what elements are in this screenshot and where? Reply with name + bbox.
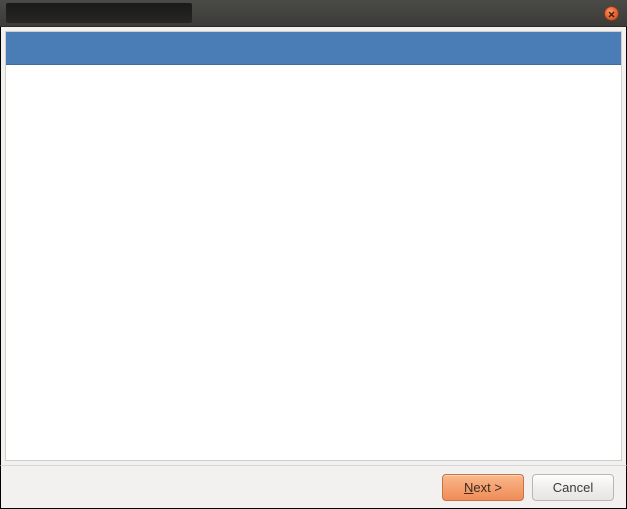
wizard-header-banner	[6, 32, 621, 65]
wizard-body	[6, 65, 621, 460]
wizard-panel	[5, 31, 622, 461]
window-title	[6, 3, 192, 23]
content-area	[0, 27, 627, 465]
titlebar[interactable]	[0, 0, 627, 27]
next-button-label: Next >	[464, 480, 502, 495]
dialog-window: Next > Cancel	[0, 0, 627, 509]
close-button[interactable]	[604, 6, 619, 21]
cancel-button[interactable]: Cancel	[532, 474, 614, 501]
next-button[interactable]: Next >	[442, 474, 524, 501]
cancel-button-label: Cancel	[553, 480, 593, 495]
close-icon	[608, 7, 615, 21]
button-bar: Next > Cancel	[0, 465, 627, 509]
